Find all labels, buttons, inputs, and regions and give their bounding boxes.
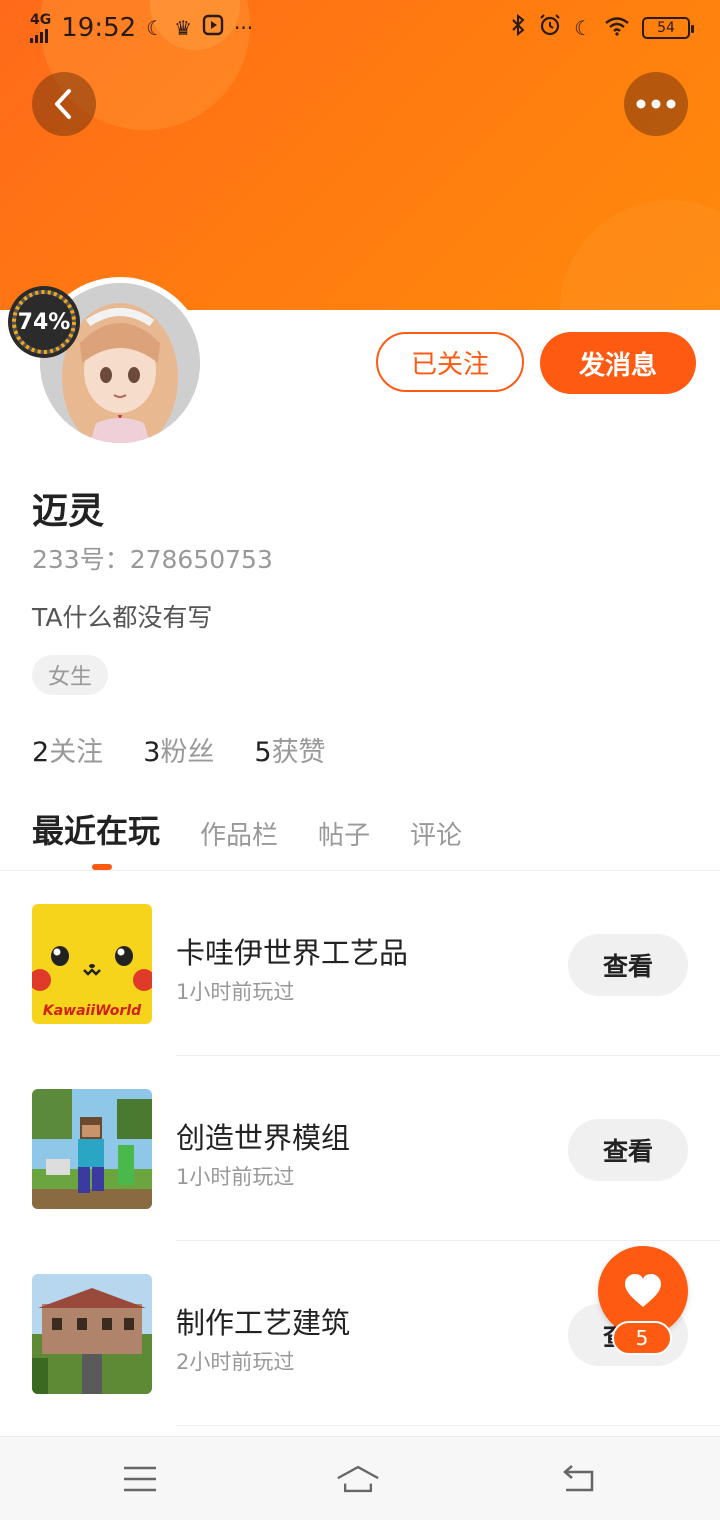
status-time: 19:52 xyxy=(61,13,137,43)
user-bio: TA什么都没有写 xyxy=(32,603,213,632)
alarm-icon xyxy=(538,13,562,44)
game-thumbnail xyxy=(32,1274,152,1394)
network-type: 4G xyxy=(30,12,52,28)
game-thumbnail xyxy=(32,1089,152,1209)
game-last-played: 1小时前玩过 xyxy=(176,1165,295,1189)
menu-button[interactable] xyxy=(118,1457,162,1501)
stat-fans[interactable]: 3粉丝 xyxy=(143,730,214,769)
crown-icon: ♛ xyxy=(174,16,193,40)
gender-tag: 女生 xyxy=(32,655,109,695)
battery-icon: 54 xyxy=(642,17,694,39)
menu-icon xyxy=(124,1466,156,1492)
stat-count: 2 xyxy=(32,737,50,768)
banner-decoration xyxy=(560,200,720,310)
back-icon xyxy=(563,1465,594,1492)
divider xyxy=(176,1425,720,1426)
game-title: 卡哇伊世界工艺品 xyxy=(176,936,409,970)
divider xyxy=(176,1240,720,1241)
status-bar: 4G 19:52 ☾ ♛ ··· ☾ 54 xyxy=(0,0,720,56)
stat-label: 关注 xyxy=(49,737,104,768)
game-last-played: 2小时前玩过 xyxy=(176,1350,295,1374)
progress-badge: 74% xyxy=(8,286,80,358)
chevron-left-icon xyxy=(55,89,71,119)
tab-comments[interactable]: 评论 xyxy=(410,815,462,852)
tab-recently-played[interactable]: 最近在玩 xyxy=(32,806,160,852)
progress-badge-label: 74% xyxy=(17,309,71,335)
profile-tabs: 最近在玩 作品栏 帖子 评论 xyxy=(32,806,462,852)
tab-works[interactable]: 作品栏 xyxy=(200,815,278,852)
game-thumbnail: KawaiiWorld xyxy=(32,904,152,1024)
bluetooth-icon xyxy=(510,13,526,44)
stat-label: 获赞 xyxy=(271,737,326,768)
wifi-icon xyxy=(604,13,630,43)
system-nav-bar xyxy=(0,1436,720,1520)
user-name: 迈灵 xyxy=(32,491,105,532)
profile-stats: 2关注 3粉丝 5获赞 xyxy=(32,730,326,769)
view-button[interactable]: 查看 xyxy=(568,1119,688,1181)
stat-count: 5 xyxy=(254,737,272,768)
followed-button[interactable]: 已关注 xyxy=(376,332,524,392)
list-item[interactable]: 创造世界模组 1小时前玩过 查看 xyxy=(0,1089,720,1274)
more-dots-icon xyxy=(636,99,676,109)
more-notifications-icon: ··· xyxy=(234,16,254,40)
stat-count: 3 xyxy=(143,737,161,768)
send-message-button[interactable]: 发消息 xyxy=(540,332,696,394)
back-nav-button[interactable] xyxy=(556,1457,600,1501)
game-last-played: 1小时前玩过 xyxy=(176,980,295,1004)
back-button[interactable] xyxy=(32,72,96,136)
moon-icon: ☾ xyxy=(146,16,165,40)
home-icon xyxy=(337,1465,379,1493)
tab-posts[interactable]: 帖子 xyxy=(318,815,370,852)
game-title: 制作工艺建筑 xyxy=(176,1306,351,1340)
divider xyxy=(176,1055,720,1056)
stat-following[interactable]: 2关注 xyxy=(32,730,103,769)
like-count-badge: 5 xyxy=(612,1321,672,1355)
user-id: 233号：278650753 xyxy=(32,545,273,574)
heart-icon xyxy=(625,1274,661,1307)
thumb-logo-text: KawaiiWorld xyxy=(43,1003,142,1019)
signal-icon: 4G xyxy=(30,13,51,43)
home-button[interactable] xyxy=(336,1457,380,1501)
divider xyxy=(0,870,720,871)
more-options-button[interactable] xyxy=(624,72,688,136)
stat-likes[interactable]: 5获赞 xyxy=(254,730,325,769)
play-icon xyxy=(202,13,224,43)
list-item[interactable]: KawaiiWorld 卡哇伊世界工艺品 1小时前玩过 查看 xyxy=(0,904,720,1089)
view-button[interactable]: 查看 xyxy=(568,934,688,996)
game-title: 创造世界模组 xyxy=(176,1121,351,1155)
stat-label: 粉丝 xyxy=(160,737,215,768)
moon-icon: ☾ xyxy=(574,16,592,40)
